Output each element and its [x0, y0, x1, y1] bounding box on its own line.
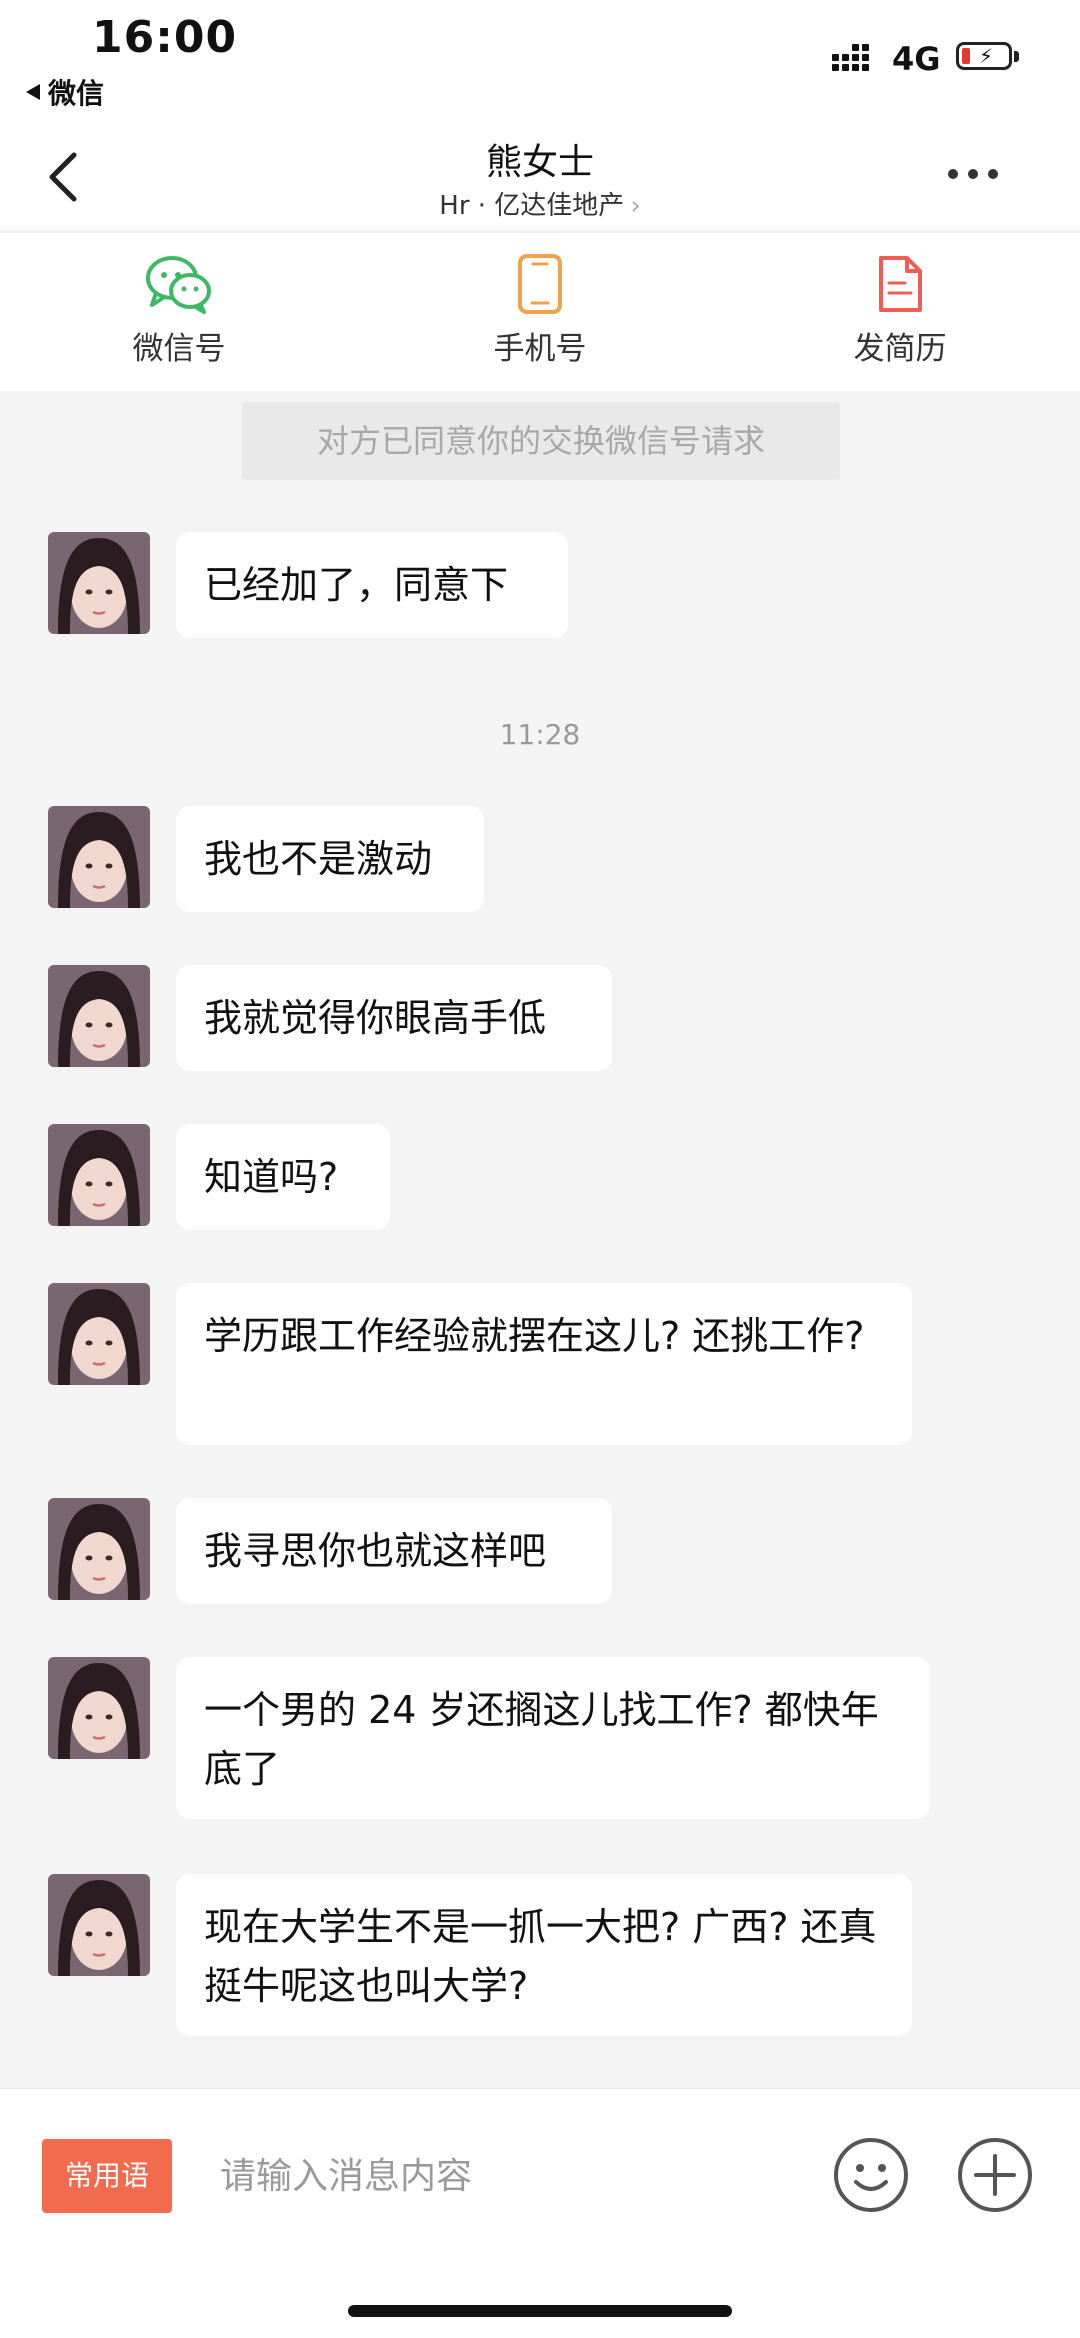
- status-bar: 16:00 微信 4G ⚡: [0, 0, 1080, 125]
- phone-label: 手机号: [493, 331, 587, 367]
- contact-company: Hr · 亿达佳地产: [439, 191, 625, 221]
- message-bubble[interactable]: 我就觉得你眼高手低: [176, 965, 612, 1071]
- message-bubble[interactable]: 学历跟工作经验就摆在这儿? 还挑工作?: [176, 1283, 912, 1445]
- send-resume-button[interactable]: 发简历: [800, 253, 1000, 368]
- battery-icon: ⚡: [956, 42, 1012, 70]
- avatar[interactable]: [48, 1124, 150, 1226]
- exchange-phone-button[interactable]: 手机号: [440, 253, 640, 368]
- status-time: 16:00: [92, 12, 238, 63]
- wechat-label: 微信号: [132, 331, 226, 367]
- home-indicator: [348, 2305, 732, 2317]
- message-bubble[interactable]: 一个男的 24 岁还搁这儿找工作? 都快年底了: [176, 1657, 930, 1819]
- contact-name: 熊女士: [485, 142, 594, 183]
- avatar[interactable]: [48, 1283, 150, 1385]
- system-notice: 对方已同意你的交换微信号请求: [242, 402, 840, 480]
- back-to-app-link[interactable]: 微信: [26, 72, 104, 112]
- message-bubble[interactable]: 我寻思你也就这样吧: [176, 1498, 612, 1604]
- exchange-wechat-button[interactable]: 微信号: [79, 253, 279, 368]
- wechat-icon: [146, 256, 211, 314]
- action-bar: 微信号 手机号 发简历: [0, 232, 1080, 391]
- avatar[interactable]: [48, 1657, 150, 1759]
- resume-icon: [879, 256, 922, 312]
- back-app-label: 微信: [48, 77, 105, 110]
- common-phrases-button[interactable]: 常用语: [42, 2139, 172, 2213]
- avatar[interactable]: [48, 1498, 150, 1600]
- avatar[interactable]: [48, 965, 150, 1067]
- message-bubble[interactable]: 已经加了，同意下: [176, 532, 568, 638]
- avatar[interactable]: [48, 806, 150, 908]
- back-triangle-icon: [26, 84, 40, 100]
- add-icon[interactable]: [956, 2136, 1034, 2214]
- message-timestamp: 11:28: [499, 718, 581, 751]
- avatar[interactable]: [48, 1874, 150, 1976]
- message-input[interactable]: [220, 2139, 800, 2213]
- charging-bolt-icon: ⚡: [979, 44, 994, 68]
- message-bubble[interactable]: 我也不是激动: [176, 806, 484, 912]
- resume-label: 发简历: [853, 331, 947, 367]
- network-type: 4G: [892, 40, 941, 78]
- contact-company-link[interactable]: Hr · 亿达佳地产 ›: [0, 185, 1080, 222]
- more-options-icon[interactable]: [948, 169, 998, 179]
- signal-icon: [832, 44, 869, 71]
- input-bar: 常用语: [0, 2088, 1080, 2338]
- emoji-icon[interactable]: [832, 2136, 910, 2214]
- message-bubble[interactable]: 现在大学生不是一抓一大把? 广西? 还真挺牛呢这也叫大学?: [176, 1874, 912, 2036]
- message-bubble[interactable]: 知道吗?: [176, 1124, 390, 1230]
- avatar[interactable]: [48, 532, 150, 634]
- phone-icon: [518, 254, 562, 314]
- chevron-right-icon: ›: [630, 191, 641, 221]
- chat-header: 熊女士 Hr · 亿达佳地产 ›: [0, 125, 1080, 230]
- battery-level: [962, 48, 970, 64]
- battery-cap: [1014, 51, 1019, 62]
